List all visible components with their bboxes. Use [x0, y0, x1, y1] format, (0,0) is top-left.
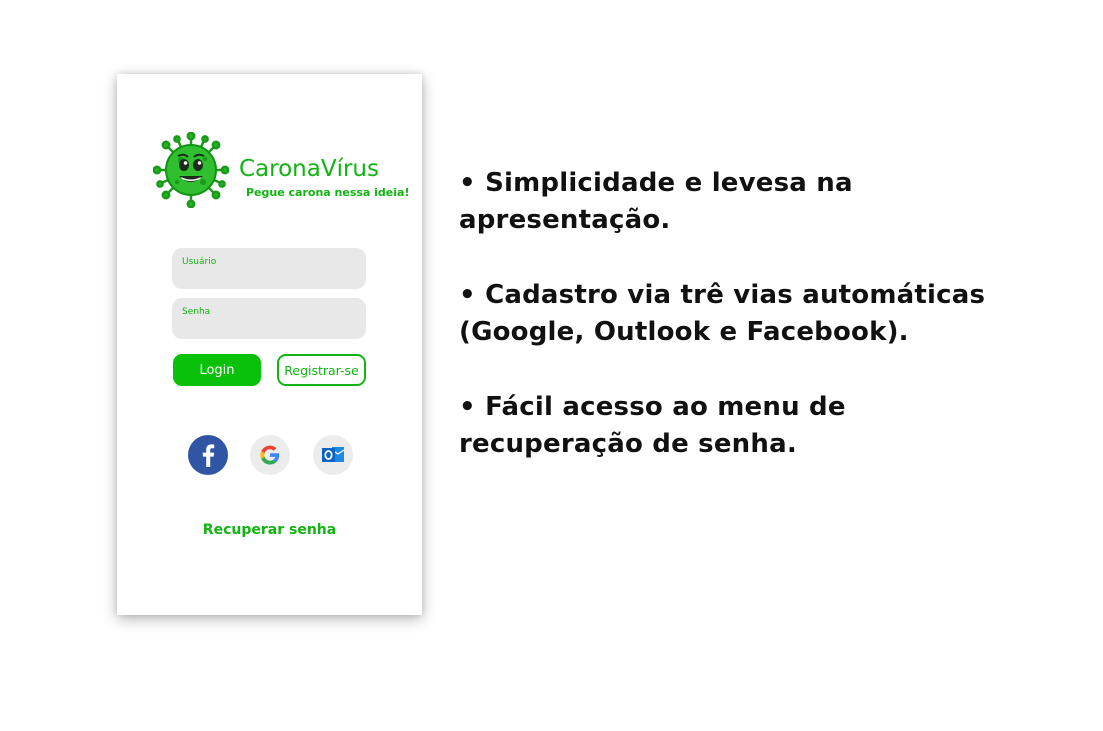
- google-login-button[interactable]: [249, 434, 291, 476]
- app-title: CaronaVírus: [239, 156, 379, 182]
- username-label: Usuário: [182, 257, 217, 267]
- feature-line: apresentação.: [459, 205, 671, 235]
- feature-line: • Simplicidade e levesa na: [459, 168, 853, 198]
- google-icon: [250, 435, 290, 475]
- feature-item: • Simplicidade e levesa na apresentação.: [459, 165, 1059, 239]
- feature-line: • Cadastro via trê vias automáticas: [459, 280, 986, 310]
- feature-line: • Fácil acesso ao menu de: [459, 392, 846, 422]
- username-field[interactable]: Usuário: [172, 248, 366, 289]
- password-field[interactable]: Senha: [172, 298, 366, 339]
- recover-password-link[interactable]: Recuperar senha: [117, 522, 422, 538]
- login-screen: CaronaVírus Pegue carona nessa ideia! Us…: [117, 74, 422, 615]
- username-input[interactable]: [180, 268, 360, 286]
- feature-item: • Cadastro via trê vias automáticas (Goo…: [459, 277, 1059, 351]
- facebook-login-button[interactable]: [187, 434, 229, 476]
- app-tagline: Pegue carona nessa ideia!: [246, 186, 410, 199]
- feature-line: (Google, Outlook e Facebook).: [459, 317, 909, 347]
- password-input[interactable]: [180, 318, 360, 336]
- facebook-icon: [188, 435, 228, 475]
- feature-item: • Fácil acesso ao menu de recuperação de…: [459, 389, 1059, 463]
- feature-line: recuperação de senha.: [459, 429, 797, 459]
- login-button[interactable]: Login: [173, 354, 261, 386]
- register-button[interactable]: Registrar-se: [277, 354, 366, 386]
- outlook-icon: [313, 435, 353, 475]
- virus-mascot-icon: [153, 132, 229, 208]
- feature-list: • Simplicidade e levesa na apresentação.…: [459, 165, 1059, 501]
- outlook-login-button[interactable]: [312, 434, 354, 476]
- app-logo: CaronaVírus Pegue carona nessa ideia!: [153, 132, 409, 212]
- password-label: Senha: [182, 307, 211, 317]
